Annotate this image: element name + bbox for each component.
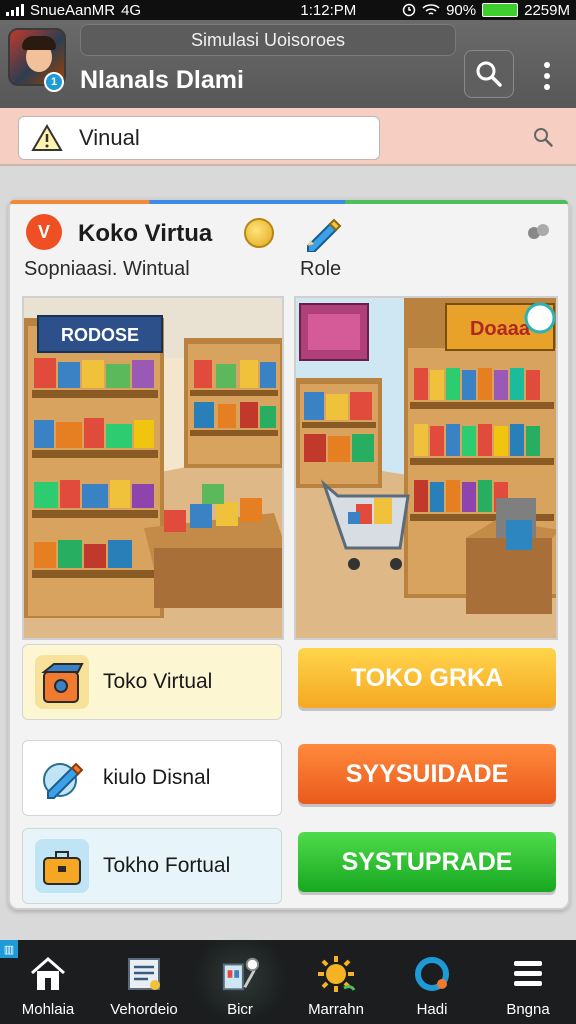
- nav-item-ring[interactable]: Hadi: [384, 940, 480, 1024]
- menu-dot: [544, 73, 550, 79]
- ring-icon: [412, 954, 452, 994]
- coin-icon[interactable]: [244, 218, 274, 248]
- nav-item-menu[interactable]: Bngna: [480, 940, 576, 1024]
- home-icon: [28, 954, 68, 994]
- battery-percent: 90%: [446, 1, 477, 19]
- signal-icon: [6, 4, 24, 16]
- briefcase-icon: [35, 839, 89, 893]
- avatar-badge: 1: [44, 72, 64, 92]
- overflow-menu-button[interactable]: [534, 56, 560, 96]
- battery-icon: [482, 3, 519, 17]
- corner-badge-icon: ▥: [0, 940, 18, 958]
- avatar-hair: [22, 36, 56, 50]
- shop-box-icon: [35, 655, 89, 709]
- store-scene-left[interactable]: RODOSE: [22, 296, 284, 640]
- systuprade-button[interactable]: SYSTUPRADE: [298, 832, 556, 892]
- app-title: Nlanals Dlami: [80, 66, 244, 94]
- option-label: Toko Virtual: [103, 670, 213, 693]
- option-card-3[interactable]: Tokho Fortual: [22, 828, 282, 904]
- search-icon: [476, 61, 502, 87]
- scene-right-sign: Doaaa: [470, 318, 531, 340]
- app-header: 1 Simulasi Uoisoroes Nlanals Dlami: [0, 20, 576, 108]
- document-icon: [124, 954, 164, 994]
- game-card: V Koko Virtua Sopniaasi. Wintual Role RO…: [8, 198, 570, 910]
- share-icon[interactable]: [526, 222, 552, 249]
- nav-label: Marrahn: [308, 1001, 364, 1018]
- option-card-1[interactable]: Toko Virtual: [22, 644, 282, 720]
- pencil-icon: [35, 751, 89, 805]
- brand-logo-icon: V: [26, 214, 62, 250]
- toko-grka-button[interactable]: TOKO GRKA: [298, 648, 556, 708]
- status-time: 1:12:PM: [300, 1, 357, 19]
- scene-left-sign: RODOSE: [61, 325, 139, 345]
- shop-scene-icon: [220, 954, 260, 994]
- store-scene-right[interactable]: Doaaa: [294, 296, 558, 640]
- search-box[interactable]: [18, 116, 380, 160]
- carrier-label: SnueAanMR: [30, 1, 116, 19]
- bottom-nav: Mohlaia Vehordeio Bicr Marrahn Hadi Bngn…: [0, 940, 576, 1024]
- option-label: Tokho Fortual: [103, 854, 231, 877]
- status-right-text: 2259M: [524, 1, 570, 19]
- menu-dot: [544, 84, 550, 90]
- option-card-2[interactable]: kiulo Disnal: [22, 740, 282, 816]
- nav-label: Bngna: [506, 1001, 550, 1018]
- nav-label: Vehordeio: [110, 1001, 178, 1018]
- status-bar: SnueAanMR 4G 1:12:PM 90% 2259M: [0, 0, 576, 20]
- nav-item-sun[interactable]: Marrahn: [288, 940, 384, 1024]
- nav-label: Hadi: [416, 1001, 448, 1018]
- sun-icon: [316, 954, 356, 994]
- nav-item-shop[interactable]: Bicr: [192, 940, 288, 1024]
- search-small-icon[interactable]: [532, 126, 554, 153]
- shelf-left-unit: [296, 378, 382, 488]
- window-title: Simulasi Uoisoroes: [80, 24, 456, 56]
- wifi-icon: [422, 4, 440, 15]
- card-accent-line: [10, 200, 568, 204]
- shelf-right-unit: [184, 338, 282, 468]
- nav-label: Bicr: [227, 1001, 253, 1018]
- search-strip: [0, 108, 576, 166]
- search-input[interactable]: [79, 125, 359, 151]
- warning-triangle-icon: [29, 122, 65, 154]
- shelf-left-unit: [24, 318, 164, 618]
- menu-icon: [508, 954, 548, 994]
- menu-dot: [544, 62, 550, 68]
- option-label: kiulo Disnal: [103, 766, 211, 789]
- edit-pencil-icon[interactable]: [302, 216, 342, 257]
- nav-label: Mohlaia: [21, 1001, 75, 1018]
- card-subtitle: Sopniaasi. Wintual: [24, 258, 190, 280]
- header-search-button[interactable]: [464, 50, 514, 98]
- network-label: 4G: [121, 1, 142, 19]
- role-label: Role: [300, 258, 342, 280]
- syysuidade-button[interactable]: SYYSUIDADE: [298, 744, 556, 804]
- card-title: Koko Virtua: [78, 220, 213, 247]
- nav-item-document[interactable]: Vehordeio: [96, 940, 192, 1024]
- alarm-icon: [402, 3, 416, 17]
- scene-character-icon[interactable]: [524, 302, 556, 334]
